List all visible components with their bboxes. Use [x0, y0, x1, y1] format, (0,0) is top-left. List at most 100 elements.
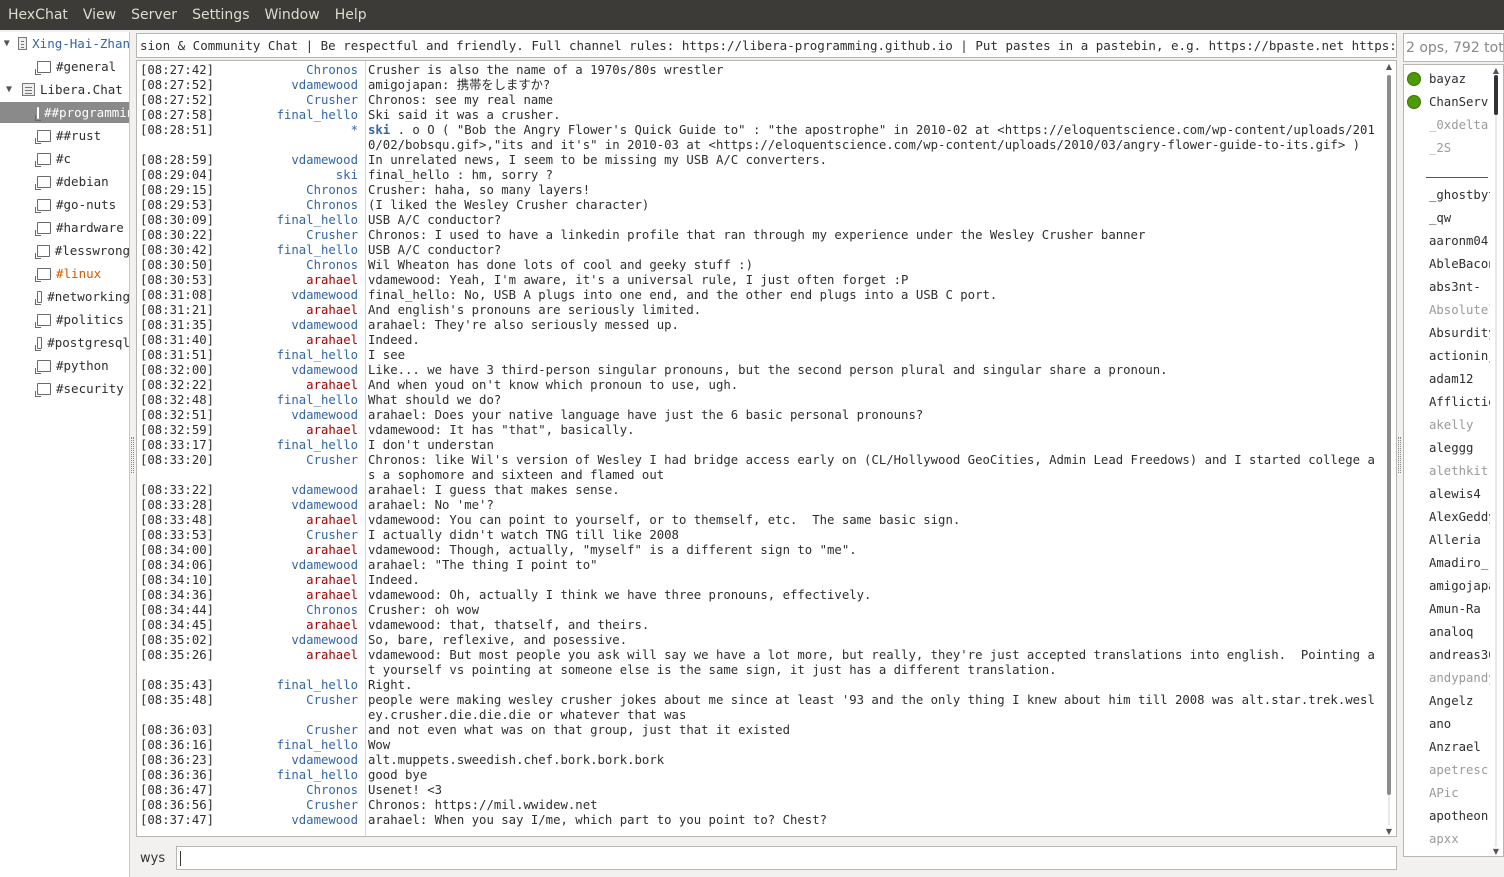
action-nick[interactable]: ski [368, 123, 390, 137]
message-nick[interactable]: vdamewood [212, 498, 362, 513]
channel-c[interactable]: #c [0, 148, 129, 169]
menu-view[interactable]: View [79, 7, 120, 23]
user-item[interactable]: Angelz [1404, 689, 1490, 712]
message-nick[interactable]: final_hello [212, 678, 362, 693]
userlist-scroll-down-icon[interactable]: ▼ [1489, 846, 1503, 856]
message-nick[interactable]: final_hello [212, 348, 362, 363]
message-nick[interactable]: vdamewood [212, 633, 362, 648]
user-item[interactable]: Alleria [1404, 528, 1490, 551]
message-nick[interactable]: Crusher [212, 723, 362, 738]
scroll-thumb[interactable] [1387, 75, 1391, 795]
scroll-down-icon[interactable]: ▼ [1382, 826, 1396, 836]
message-nick[interactable]: vdamewood [212, 288, 362, 303]
message-nick[interactable]: vdamewood [212, 153, 362, 168]
menu-server[interactable]: Server [127, 7, 181, 23]
user-item[interactable]: analoq [1404, 620, 1490, 643]
message-nick[interactable]: ski [212, 168, 362, 183]
channel-general[interactable]: #general [0, 56, 129, 77]
message-nick[interactable]: final_hello [212, 213, 362, 228]
message-nick[interactable]: Chronos [212, 258, 362, 273]
channel-hardware[interactable]: #hardware [0, 217, 129, 238]
message-nick[interactable]: arahael [212, 648, 362, 678]
message-nick[interactable]: Chronos [212, 603, 362, 618]
scroll-up-icon[interactable]: ▲ [1382, 61, 1396, 73]
channel-debian[interactable]: #debian [0, 171, 129, 192]
channel-security[interactable]: #security [0, 378, 129, 399]
server-liberachat[interactable]: ▼ Libera.Chat [0, 79, 129, 100]
menu-help[interactable]: Help [331, 7, 371, 23]
user-item[interactable]: Absurdity [1404, 321, 1490, 344]
user-item[interactable]: _0xdelta [1404, 113, 1490, 136]
user-item[interactable]: aleggg [1404, 436, 1490, 459]
message-nick[interactable]: final_hello [212, 768, 362, 783]
message-nick[interactable]: vdamewood [212, 753, 362, 768]
user-item[interactable]: Anzrael [1404, 735, 1490, 758]
user-item[interactable]: APic [1404, 781, 1490, 804]
channel-programming[interactable]: ##programming [0, 102, 129, 123]
message-nick[interactable]: Chronos [212, 198, 362, 213]
menu-hexchat[interactable]: HexChat [4, 7, 72, 23]
message-nick[interactable]: arahael [212, 513, 362, 528]
message-nick[interactable]: final_hello [212, 438, 362, 453]
user-item[interactable]: alethkit [1404, 459, 1490, 482]
message-nick[interactable]: Crusher [212, 93, 362, 108]
user-item[interactable]: AbleBacon [1404, 252, 1490, 275]
message-nick[interactable]: final_hello [212, 393, 362, 408]
expander-icon[interactable]: ▼ [2, 38, 12, 49]
user-item[interactable]: Amadiro_ [1404, 551, 1490, 574]
channel-topic[interactable]: sion & Community Chat | Be respectful an… [136, 33, 1397, 58]
user-item[interactable]: Absolutely [1404, 298, 1490, 321]
user-item[interactable]: apotheon [1404, 804, 1490, 827]
message-nick[interactable]: * [212, 123, 362, 153]
expander-icon[interactable]: ▼ [2, 84, 16, 95]
message-nick[interactable]: final_hello [212, 243, 362, 258]
user-item[interactable]: andreas303 [1404, 643, 1490, 666]
userlist-scrollbar[interactable]: ▲ ▼ [1489, 65, 1503, 856]
user-item[interactable]: akelly [1404, 413, 1490, 436]
user-item[interactable]: AlexGeddy [1404, 505, 1490, 528]
user-item[interactable]: Amun-Ra [1404, 597, 1490, 620]
right-pane-resize-handle[interactable] [1398, 437, 1401, 473]
message-nick[interactable]: arahael [212, 573, 362, 588]
message-nick[interactable]: arahael [212, 588, 362, 603]
user-item[interactable]: Affliction [1404, 390, 1490, 413]
channel-networking[interactable]: #networking [0, 286, 129, 307]
channel-linux[interactable]: #linux [0, 263, 129, 284]
message-input[interactable] [176, 846, 1397, 870]
message-nick[interactable]: Chronos [212, 183, 362, 198]
message-nick[interactable]: Crusher [212, 798, 362, 813]
channel-rust[interactable]: ##rust [0, 125, 129, 146]
user-item[interactable]: _qw [1404, 206, 1490, 229]
message-nick[interactable]: Chronos [212, 63, 362, 78]
userlist-scroll-thumb[interactable] [1494, 75, 1498, 115]
message-nick[interactable]: arahael [212, 543, 362, 558]
message-nick[interactable]: vdamewood [212, 483, 362, 498]
channel-politics[interactable]: #politics [0, 309, 129, 330]
message-nick[interactable]: Chronos [212, 783, 362, 798]
left-pane-resize-handle[interactable] [131, 437, 134, 473]
user-item[interactable]: amigojapan [1404, 574, 1490, 597]
message-nick[interactable]: vdamewood [212, 78, 362, 93]
user-item[interactable]: _2S [1404, 136, 1490, 159]
message-nick[interactable]: arahael [212, 303, 362, 318]
channel-lesswrong[interactable]: #lesswrong [0, 240, 129, 261]
message-nick[interactable]: final_hello [212, 108, 362, 123]
message-nick[interactable]: vdamewood [212, 318, 362, 333]
message-nick[interactable]: Crusher [212, 228, 362, 243]
message-nick[interactable]: vdamewood [212, 813, 362, 828]
menu-window[interactable]: Window [260, 7, 323, 23]
message-nick[interactable]: vdamewood [212, 363, 362, 378]
user-item[interactable]: _ghostbyte [1404, 183, 1490, 206]
user-item[interactable]: alewis4 [1404, 482, 1490, 505]
chat-scrollbar[interactable]: ▲ ▼ [1382, 61, 1396, 836]
message-nick[interactable]: Crusher [212, 693, 362, 723]
user-item[interactable]: aaronm04 [1404, 229, 1490, 252]
server-xinghaizhan[interactable]: ▼ Xing-Hai-Zhan [0, 33, 129, 54]
menu-settings[interactable]: Settings [188, 7, 253, 23]
user-item[interactable]: ChanServ [1404, 90, 1490, 113]
user-item[interactable]: ano [1404, 712, 1490, 735]
message-nick[interactable]: arahael [212, 273, 362, 288]
user-item[interactable]: adam12 [1404, 367, 1490, 390]
channel-python[interactable]: #python [0, 355, 129, 376]
message-nick[interactable]: arahael [212, 618, 362, 633]
